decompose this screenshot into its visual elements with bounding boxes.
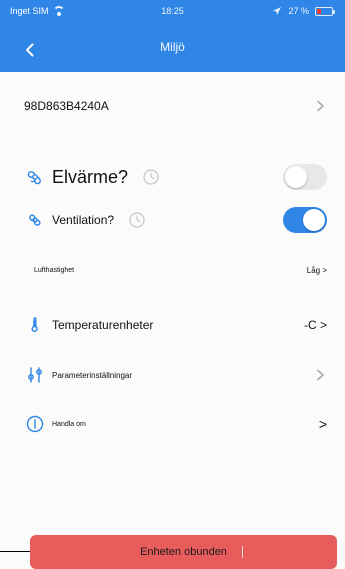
- device-row[interactable]: 98D863B4240A: [0, 79, 345, 133]
- thermometer-icon: [31, 317, 38, 332]
- button-divider: [242, 546, 243, 558]
- parameters-icon-wrap: [24, 364, 46, 386]
- top-bar: Inget SIM 18:25 27 % Miljö: [0, 0, 345, 72]
- lufthastighet-value: Låg >: [306, 265, 327, 275]
- toggle-knob: [303, 209, 325, 231]
- lufthastighet-row[interactable]: Lufthastighet Låg >: [0, 248, 345, 292]
- device-id: 98D863B4240A: [24, 99, 109, 113]
- temperature-icon-wrap: [24, 314, 46, 336]
- elvarme-label: Elvärme?: [52, 166, 129, 187]
- status-bar: Inget SIM 18:25 27 %: [0, 0, 345, 22]
- page-title: Miljö: [160, 40, 185, 54]
- temperature-units-row[interactable]: Temperaturenheter -C >: [0, 298, 345, 352]
- parameters-label: Parameterinställningar: [52, 370, 133, 380]
- about-icon-wrap: [24, 413, 46, 435]
- temperature-units-right: -C >: [304, 298, 327, 352]
- parameters-right: [313, 349, 327, 401]
- clock-icon: [143, 169, 159, 185]
- info-icon: [26, 415, 44, 433]
- temperature-units-value: -C >: [303, 318, 327, 332]
- elvarme-icon-wrap: [24, 166, 46, 188]
- sliders-icon: [28, 367, 42, 383]
- ventilation-label: Ventilation?: [52, 213, 115, 227]
- battery-icon: [315, 6, 335, 16]
- device-row-right: [313, 79, 327, 133]
- lufthastighet-right: Låg >: [307, 248, 327, 292]
- ventilation-right: [283, 197, 327, 243]
- unbind-device-label: Enheten obunden: [140, 546, 227, 558]
- fan-icon: [27, 171, 41, 185]
- elvarme-row: Elvärme?: [0, 152, 345, 202]
- ventilation-toggle[interactable]: [283, 207, 327, 233]
- about-chevron: >: [318, 416, 327, 432]
- chevron-right-icon: [317, 369, 324, 381]
- location-arrow-icon: [273, 7, 282, 15]
- fan-icon: [29, 214, 41, 226]
- elvarme-toggle[interactable]: [283, 164, 327, 190]
- battery-percent: 27 %: [288, 6, 309, 16]
- temperature-units-label: Temperaturenheter: [52, 318, 154, 332]
- about-row[interactable]: Handla om >: [0, 398, 345, 450]
- about-label: Handla om: [52, 420, 86, 428]
- lufthastighet-label: Lufthastighet: [34, 266, 75, 274]
- about-right: >: [319, 398, 327, 450]
- status-right: 27 %: [272, 0, 335, 22]
- elvarme-right: [283, 152, 327, 202]
- ventilation-row: Ventilation?: [0, 197, 345, 243]
- navigation-bar: Miljö: [0, 28, 345, 72]
- chevron-right-icon: [317, 100, 324, 112]
- parameters-row[interactable]: Parameterinställningar: [0, 349, 345, 401]
- toggle-knob: [285, 166, 307, 188]
- clock-icon: [129, 212, 145, 228]
- unbind-device-button[interactable]: Enheten obunden: [30, 535, 337, 569]
- ventilation-icon-wrap: [24, 209, 46, 231]
- screen: Inget SIM 18:25 27 % Miljö 98D863B4240A …: [0, 0, 345, 569]
